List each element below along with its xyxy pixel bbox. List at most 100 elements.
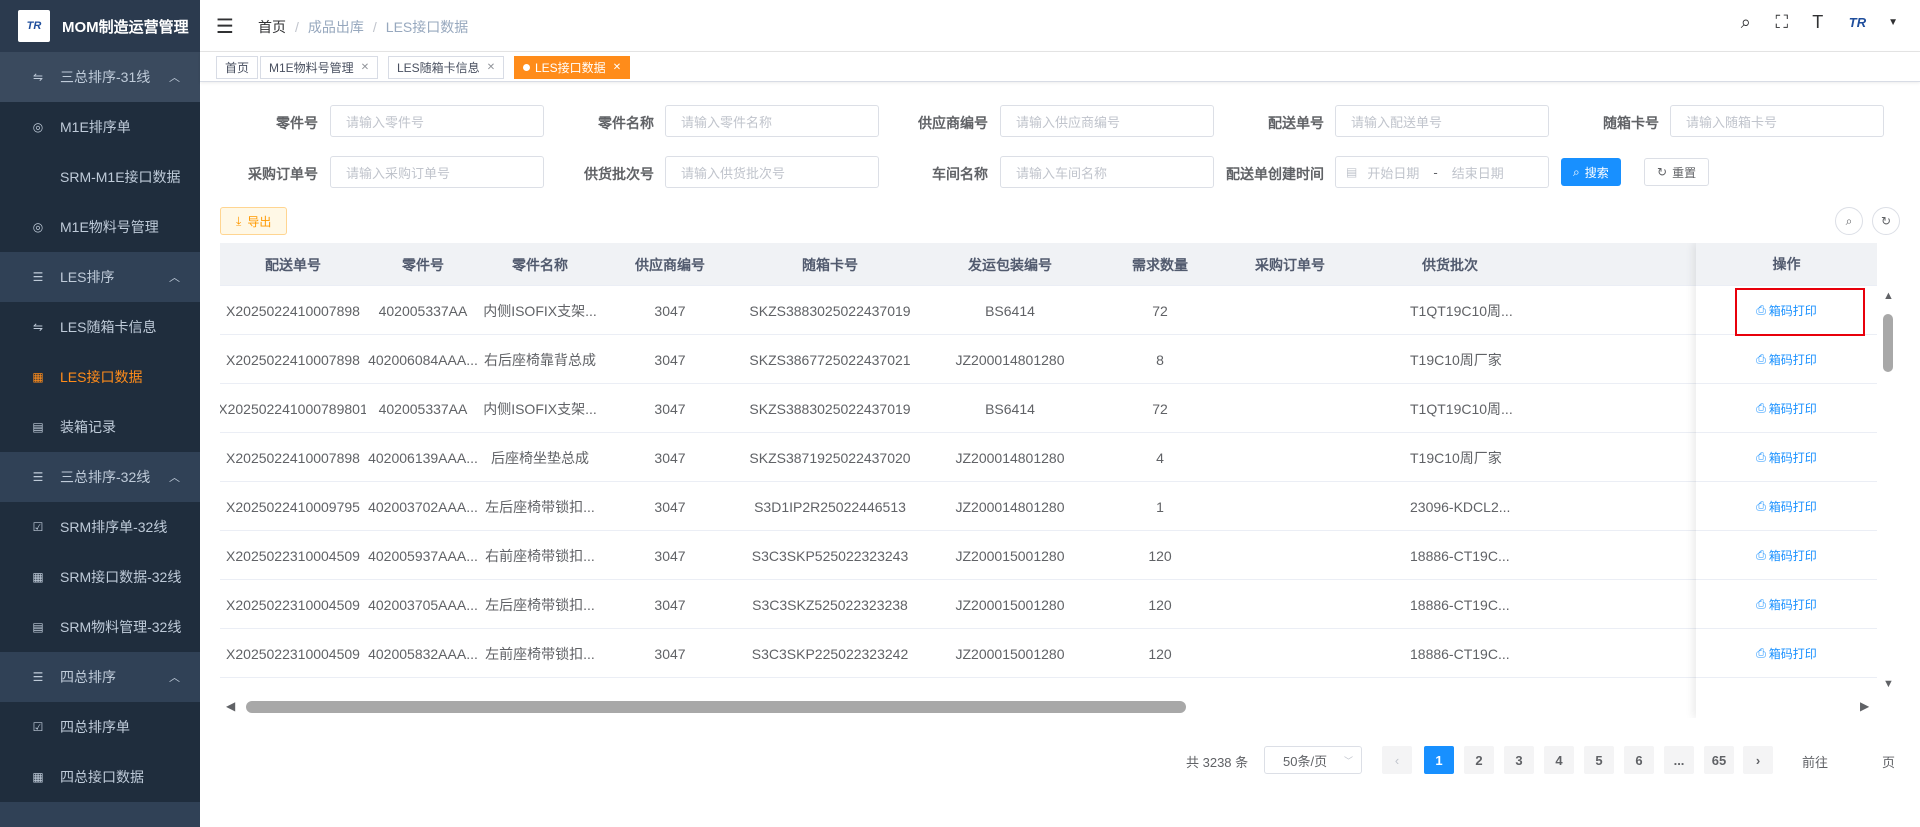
scroll-down-icon[interactable]: ▼ bbox=[1883, 678, 1894, 690]
start-date-input[interactable]: 开始日期 bbox=[1367, 163, 1419, 182]
next-page-button[interactable]: › bbox=[1743, 746, 1773, 774]
fullscreen-icon[interactable]: ⛶ bbox=[1771, 12, 1793, 33]
sidebar-item[interactable]: ☰ LES排序 ︿ bbox=[0, 252, 200, 302]
supplier-code-input[interactable]: 请输入供应商编号 bbox=[1000, 105, 1214, 137]
print-box-code-button[interactable]: ⎙ 箱码打印 bbox=[1756, 449, 1817, 466]
tag-les-card[interactable]: LES随箱卡信息 ✕ bbox=[388, 56, 505, 79]
close-icon[interactable]: ✕ bbox=[361, 62, 369, 73]
print-box-code-button[interactable]: ⎙ 箱码打印 bbox=[1756, 400, 1817, 417]
part-name-input[interactable]: 请输入零件名称 bbox=[665, 105, 879, 137]
table-cell: SKZS3883025022437019 bbox=[749, 400, 911, 417]
page-number[interactable]: 5 bbox=[1584, 746, 1614, 774]
print-box-code-button[interactable]: ⎙ 箱码打印 bbox=[1756, 645, 1817, 662]
page-size-select[interactable]: 50条/页 ﹀ bbox=[1264, 746, 1362, 774]
caret-down-icon[interactable]: ▼ bbox=[1888, 17, 1898, 28]
prev-page-button[interactable]: ‹ bbox=[1382, 746, 1412, 774]
delivery-no-input[interactable]: 请输入配送单号 bbox=[1335, 105, 1549, 137]
table-row: X2025022410007898 402005337AA 内侧ISOFIX支架..… bbox=[220, 286, 1877, 335]
sidebar-item[interactable]: ▦ SRM接口数据-32线 bbox=[0, 552, 200, 602]
scroll-right-icon[interactable]: ▶ bbox=[1860, 699, 1869, 713]
workshop-input[interactable]: 请输入车间名称 bbox=[1000, 156, 1214, 188]
refresh-button[interactable]: ↻ bbox=[1872, 207, 1900, 235]
column-header: 需求数量 bbox=[1132, 256, 1188, 273]
tag-home[interactable]: 首页 bbox=[216, 56, 259, 79]
tag-m1e-material[interactable]: M1E物料号管理 ✕ bbox=[260, 56, 379, 79]
print-box-code-button[interactable]: ⎙ 箱码打印 bbox=[1756, 498, 1817, 515]
vertical-scroll-thumb[interactable] bbox=[1883, 314, 1893, 372]
breadcrumb: 首页 / 成品出库 / LES接口数据 bbox=[258, 19, 469, 35]
refresh-icon: ↻ bbox=[1880, 214, 1892, 228]
scroll-up-icon[interactable]: ▲ bbox=[1883, 290, 1894, 302]
sidebar-item[interactable]: ▦ 四总接口数据 bbox=[0, 752, 200, 802]
tag-les-interface[interactable]: LES接口数据 ✕ bbox=[514, 56, 631, 79]
search-icon[interactable]: ⌕ bbox=[1735, 12, 1757, 33]
table-cell: JZ200015001280 bbox=[955, 645, 1065, 662]
vertical-scrollbar[interactable]: ▲ ▼ bbox=[1880, 290, 1896, 690]
print-box-code-button[interactable]: ⎙ 箱码打印 bbox=[1756, 547, 1817, 564]
po-no-input[interactable]: 请输入采购订单号 bbox=[330, 156, 544, 188]
page-number[interactable]: 4 bbox=[1544, 746, 1574, 774]
column-header: 零件名称 bbox=[512, 256, 568, 273]
header-actions: ⌕ ⛶ T TR ▼ bbox=[1735, 12, 1898, 33]
table-row: X2025022410007898 402006139AAA... 后座椅坐垫总成 3… bbox=[220, 433, 1877, 482]
sidebar-item[interactable]: ☑ SRM排序单-32线 bbox=[0, 502, 200, 552]
font-size-icon[interactable]: T bbox=[1807, 12, 1829, 33]
tags-view: 首页 M1E物料号管理 ✕ LES随箱卡信息 ✕ LES接口数据 ✕ bbox=[200, 52, 1920, 82]
sidebar-item[interactable]: ☰ 三总排序-32线 ︿ bbox=[0, 452, 200, 502]
sidebar-item[interactable]: ⇋ 三总排序-31线 ︿ bbox=[0, 52, 200, 102]
search-button[interactable]: ⌕ 搜索 bbox=[1561, 158, 1621, 186]
app-logo: TR bbox=[18, 10, 50, 42]
table-cell: 3047 bbox=[654, 498, 686, 515]
print-box-code-button[interactable]: ⎙ 箱码打印 bbox=[1756, 351, 1817, 368]
delivery-no-label: 配送单号 bbox=[1268, 115, 1324, 131]
batch-no-input[interactable]: 请输入供货批次号 bbox=[665, 156, 879, 188]
reset-button-label: 重置 bbox=[1672, 165, 1697, 180]
table-cell: T19C10周厂家 bbox=[1410, 351, 1502, 368]
sidebar-item[interactable]: ◎ M1E排序单 bbox=[0, 102, 200, 152]
action-cell: ⎙ 箱码打印 bbox=[1696, 531, 1877, 580]
reset-button[interactable]: ↻ 重置 bbox=[1644, 158, 1710, 186]
close-icon[interactable]: ✕ bbox=[613, 62, 621, 73]
horizontal-scroll-thumb[interactable] bbox=[246, 701, 1186, 713]
sidebar-item[interactable]: ☑ 四总排序单 bbox=[0, 702, 200, 752]
grid-icon: ▦ bbox=[32, 370, 44, 384]
close-icon[interactable]: ✕ bbox=[487, 62, 495, 73]
menu-toggle-icon[interactable]: ☰ bbox=[216, 14, 234, 39]
action-cell: ⎙ 箱码打印 bbox=[1696, 384, 1877, 433]
export-button[interactable]: ⤓ 导出 bbox=[220, 207, 288, 235]
page-ellipsis[interactable]: ... bbox=[1664, 746, 1694, 774]
print-box-code-button[interactable]: ⎙ 箱码打印 bbox=[1756, 596, 1817, 613]
sidebar-item[interactable]: ☰ 四总排序 ︿ bbox=[0, 652, 200, 702]
part-no-input[interactable]: 请输入零件号 bbox=[330, 105, 544, 137]
table-cell: 8 bbox=[1156, 351, 1164, 368]
print-button-label: 箱码打印 bbox=[1768, 401, 1817, 416]
breadcrumb-section[interactable]: 成品出库 bbox=[308, 19, 364, 35]
page-number[interactable]: 1 bbox=[1424, 746, 1454, 774]
user-avatar[interactable]: TR bbox=[1849, 15, 1866, 30]
sidebar-item[interactable]: ▤ SRM物料管理-32线 bbox=[0, 602, 200, 652]
chevron-right-icon: › bbox=[1755, 752, 1761, 768]
breadcrumb-home[interactable]: 首页 bbox=[258, 19, 286, 35]
end-date-input[interactable]: 结束日期 bbox=[1452, 163, 1504, 182]
sidebar-item[interactable]: ▤ 装箱记录 bbox=[0, 402, 200, 452]
toggle-search-button[interactable]: ⌕ bbox=[1835, 207, 1863, 235]
created-time-range[interactable]: ▤ 开始日期 - 结束日期 bbox=[1335, 156, 1549, 188]
table-cell bbox=[1220, 531, 1360, 580]
page-number[interactable]: 3 bbox=[1504, 746, 1534, 774]
sidebar-item[interactable]: ▦ LES接口数据 bbox=[0, 352, 200, 402]
calendar-icon: ▤ bbox=[1346, 165, 1358, 179]
search-icon: ⌕ bbox=[1845, 213, 1853, 228]
search-icon: ⌕ bbox=[1573, 164, 1580, 179]
page-number[interactable]: 2 bbox=[1464, 746, 1494, 774]
card-no-input[interactable]: 请输入随箱卡号 bbox=[1670, 105, 1884, 137]
list-icon: ☰ bbox=[32, 670, 44, 684]
page-number[interactable]: 6 bbox=[1624, 746, 1654, 774]
page-number[interactable]: 65 bbox=[1704, 746, 1734, 774]
sidebar-item[interactable]: ◎ M1E物料号管理 bbox=[0, 202, 200, 252]
sidebar-item[interactable]: SRM-M1E接口数据 bbox=[0, 152, 200, 202]
horizontal-scrollbar[interactable]: ◀ ▶ bbox=[220, 698, 1880, 718]
sidebar-item[interactable]: ⇋ LES随箱卡信息 bbox=[0, 302, 200, 352]
chevron-up-icon: ︿ bbox=[169, 672, 180, 684]
scroll-left-icon[interactable]: ◀ bbox=[226, 699, 235, 713]
breadcrumb-current: LES接口数据 bbox=[385, 19, 469, 35]
